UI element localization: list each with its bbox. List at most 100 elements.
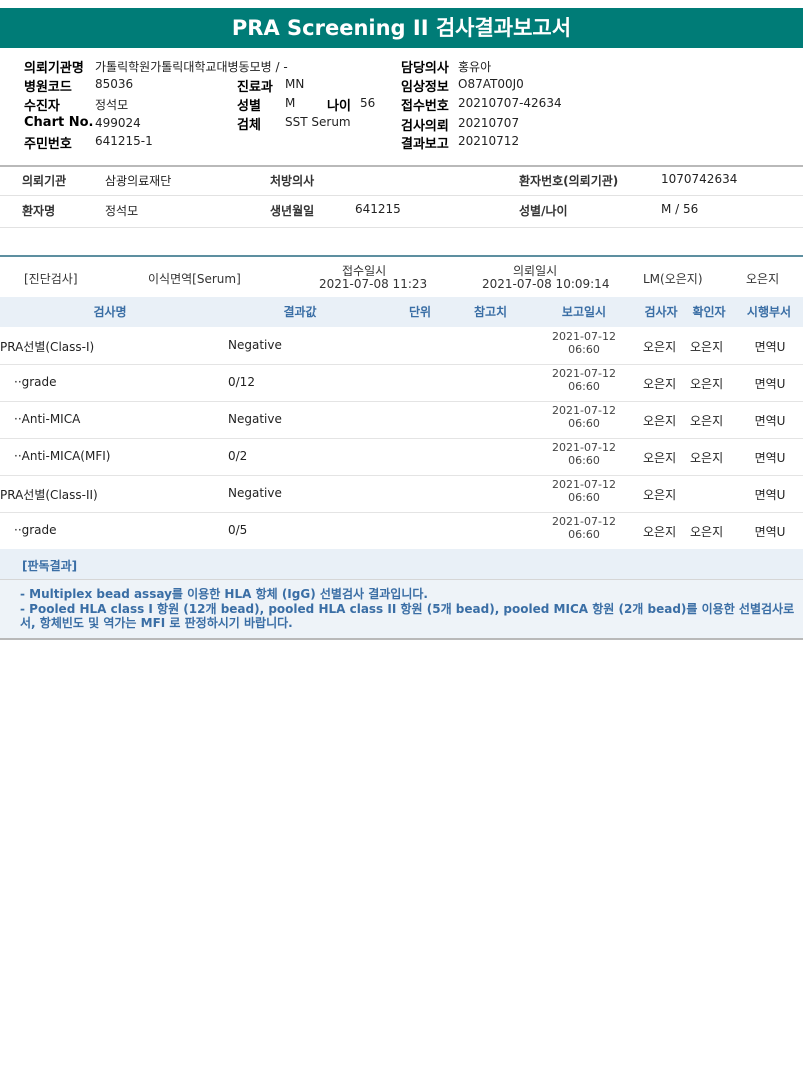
req-org-value: 가톨릭학원가톨릭대학교대병동모병 / -	[95, 60, 288, 74]
report-date: 2021-07-12	[552, 404, 616, 417]
sex-value: M	[285, 96, 296, 110]
sex-label: 성별	[237, 99, 261, 114]
test-name: ··grade	[14, 523, 57, 537]
patno-value: 1070742634	[661, 172, 738, 186]
report-date: 2021-07-12	[552, 441, 616, 454]
dept: 면역U	[754, 451, 786, 465]
col-report-time: 보고일시	[561, 305, 607, 319]
examiner: 오은지	[643, 414, 677, 428]
report-time: 2021-07-12 06:60	[540, 367, 628, 393]
report-date: 2021-07-12	[552, 515, 616, 528]
dept: 면역U	[754, 525, 786, 539]
table-row: PRA선별(Class-II) Negative 2021-07-12 06:60…	[0, 475, 803, 513]
table-row: ··grade 0/12 2021-07-12 06:60 오은지 오은지 면역U	[0, 364, 803, 402]
result-value: 0/5	[228, 523, 248, 537]
doctor-value: 홍유아	[458, 60, 492, 74]
col-examiner: 검사자	[644, 305, 678, 319]
interpretation-body: - Multiplex bead assay를 이용한 HLA 항체 (IgG)…	[0, 580, 803, 640]
report-clock: 06:60	[568, 491, 600, 504]
interpretation-line-1: - Multiplex bead assay를 이용한 HLA 항체 (IgG)…	[20, 587, 428, 601]
order-top-divider	[0, 255, 803, 257]
test-name: PRA선별(Class-II)	[0, 488, 98, 502]
prescriber-label: 처방의사	[270, 174, 315, 188]
table-row: ··Anti-MICA(MFI) 0/2 2021-07-12 06:60 오은지…	[0, 438, 803, 476]
report-clock: 06:60	[568, 343, 600, 356]
report-title: PRA Screening II 검사결과보고서	[0, 8, 803, 48]
dept: 면역U	[754, 414, 786, 428]
patient-divider	[0, 227, 803, 228]
result-value: 0/2	[228, 449, 248, 463]
result-rep-label: 결과보고	[401, 137, 449, 152]
req-time-value: 2021-07-08 10:09:14	[482, 277, 610, 291]
result-value: Negative	[228, 412, 282, 426]
col-test-name: 검사명	[93, 305, 127, 319]
doctor-label: 담당의사	[401, 61, 449, 76]
age-value: 56	[360, 96, 376, 110]
chart-no-label: Chart No.	[24, 115, 94, 130]
checker: 오은지	[690, 414, 724, 428]
sexage-value: M / 56	[661, 202, 699, 216]
interpretation-line-2: - Pooled HLA class I 항원 (12개 bead), pool…	[20, 602, 795, 630]
test-name: PRA선별(Class-I)	[0, 340, 95, 354]
dept: 면역U	[754, 340, 786, 354]
sexage-label: 성별/나이	[519, 204, 568, 218]
hosp-code-value: 85036	[95, 77, 134, 91]
report-clock: 06:60	[568, 380, 600, 393]
dept: 면역U	[754, 488, 786, 502]
name-label: 환자명	[22, 204, 56, 218]
specimen-value: SST Serum	[285, 115, 351, 129]
order-lm: LM(오은지)	[643, 272, 703, 286]
patno-label: 환자번호(의뢰기관)	[519, 174, 619, 188]
order-dept: 이식면역[Serum]	[148, 272, 241, 286]
report-header: 의뢰기관명 가톨릭학원가톨릭대학교대병동모병 / - 병원코드 85036 수진…	[0, 48, 803, 166]
checker: 오은지	[690, 340, 724, 354]
recv-no-label: 접수번호	[401, 99, 449, 114]
checker: 오은지	[690, 377, 724, 391]
report-clock: 06:60	[568, 454, 600, 467]
chart-no-value: 499024	[95, 116, 141, 130]
clinical-value: O87AT00J0	[458, 77, 524, 91]
recv-time-value: 2021-07-08 11:23	[319, 277, 428, 291]
col-unit: 단위	[408, 305, 432, 319]
report-date: 2021-07-12	[552, 478, 616, 491]
order-category: [진단검사]	[24, 272, 78, 286]
col-reference: 참고치	[473, 305, 508, 319]
report-time: 2021-07-12 06:60	[540, 478, 628, 504]
report-clock: 06:60	[568, 528, 600, 541]
table-row: ··Anti-MICA Negative 2021-07-12 06:60 오은지…	[0, 401, 803, 439]
dept-label: 진료과	[237, 80, 273, 95]
report-date: 2021-07-12	[552, 367, 616, 380]
recv-no-value: 20210707-42634	[458, 96, 562, 110]
table-row: ··grade 0/5 2021-07-12 06:60 오은지 오은지 면역U	[0, 512, 803, 550]
test-name: ··Anti-MICA(MFI)	[14, 449, 111, 463]
examiner: 오은지	[643, 377, 677, 391]
checker: 오은지	[690, 525, 724, 539]
report-clock: 06:60	[568, 417, 600, 430]
dept: 면역U	[754, 377, 786, 391]
examiner: 오은지	[643, 451, 677, 465]
clinical-label: 임상정보	[401, 80, 449, 95]
col-checker: 확인자	[692, 305, 726, 319]
col-result: 결과값	[283, 305, 317, 319]
order-staff: 오은지	[746, 272, 780, 286]
report-date: 2021-07-12	[552, 330, 616, 343]
test-name: ··Anti-MICA	[14, 412, 81, 426]
recipient-label: 수진자	[24, 99, 60, 114]
hosp-code-label: 병원코드	[24, 80, 72, 95]
col-dept: 시행부서	[746, 305, 792, 319]
report-time: 2021-07-12 06:60	[540, 441, 628, 467]
report-time: 2021-07-12 06:60	[540, 515, 628, 541]
report-time: 2021-07-12 06:60	[540, 404, 628, 430]
interpretation-header: [판독결과]	[0, 549, 803, 580]
result-table-header: 검사명 결과값 단위 참고치 보고일시 검사자 확인자 시행부서	[0, 297, 803, 327]
test-req-value: 20210707	[458, 116, 520, 130]
rrn-label: 주민번호	[24, 137, 72, 152]
req-org-label: 의뢰기관명	[24, 61, 84, 76]
org-value: 삼광의료재단	[105, 174, 172, 188]
specimen-label: 검체	[237, 118, 261, 133]
report-time: 2021-07-12 06:60	[540, 330, 628, 356]
age-label: 나이	[327, 99, 351, 114]
examiner: 오은지	[643, 488, 677, 502]
test-req-label: 검사의뢰	[401, 119, 449, 134]
org-label: 의뢰기관	[22, 174, 67, 188]
